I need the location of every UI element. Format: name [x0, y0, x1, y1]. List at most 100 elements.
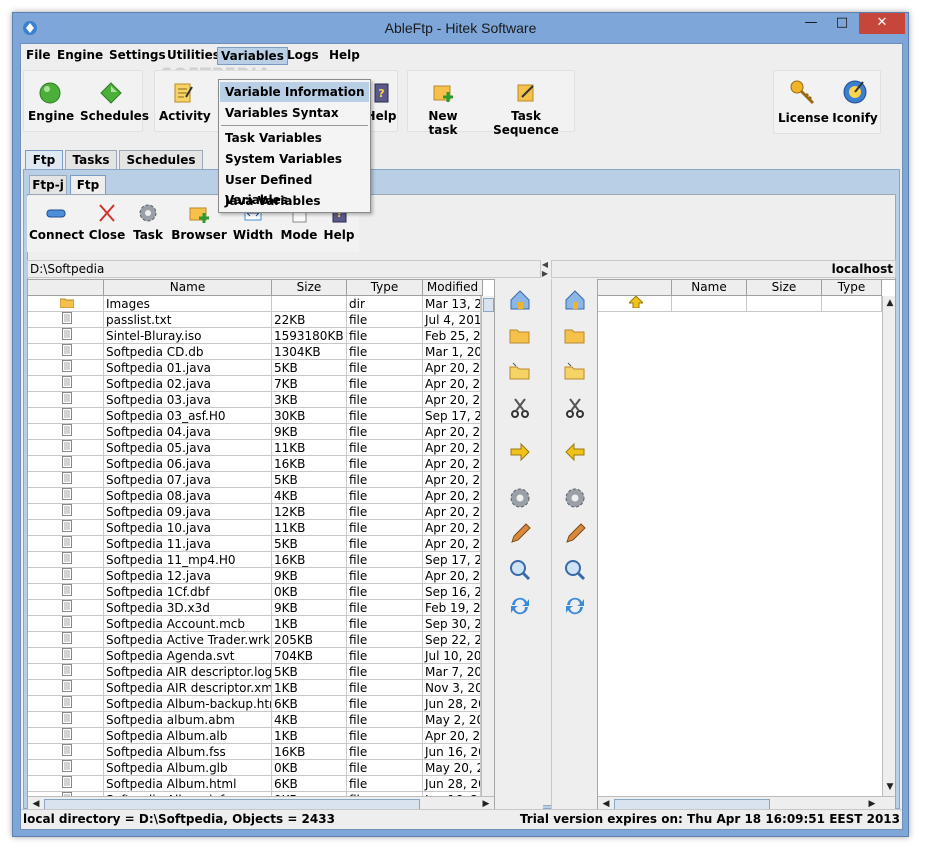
remote-vertical-scrollbar[interactable]: ▲ ▼: [882, 296, 895, 796]
file-row[interactable]: Softpedia AIR descriptor.log 5KB file Mar 7…: [28, 664, 494, 680]
file-row[interactable]: passlist.txt22KBfileJul 4, 2012: [28, 312, 494, 328]
file-row[interactable]: Softpedia 1Cf.dbf0KBfileSep 16, 20: [28, 584, 494, 600]
parent-directory-row[interactable]: [598, 296, 895, 312]
tab-ftp-j[interactable]: Ftp-j: [29, 175, 67, 195]
tab-ftp[interactable]: Ftp: [25, 150, 63, 170]
file-row[interactable]: Softpedia Album.fss 16KB file Jun 16, 20: [28, 744, 494, 760]
maximize-button[interactable]: □: [828, 13, 856, 34]
menu-file[interactable]: File: [23, 47, 54, 65]
file-row[interactable]: Softpedia 09.java12KBfileApr 20, 200: [28, 504, 494, 520]
remote-settings-icon[interactable]: [562, 485, 588, 511]
download-arrow-icon[interactable]: [562, 439, 588, 465]
license-button[interactable]: License: [778, 77, 829, 125]
file-type-cell: file: [347, 760, 423, 776]
remote-scroll-up-icon[interactable]: ▲: [884, 296, 895, 310]
search-icon[interactable]: [507, 557, 533, 583]
menuitem-java-variables[interactable]: Java Variables: [220, 191, 369, 211]
new-task-button[interactable]: New task: [412, 81, 474, 137]
remote-new-folder-icon[interactable]: [562, 359, 588, 385]
remote-col-size[interactable]: Size: [747, 280, 822, 296]
menu-utilities[interactable]: Utilities: [164, 47, 223, 65]
local-col-name[interactable]: Name: [104, 280, 272, 296]
menuitem-task-variables[interactable]: Task Variables: [220, 128, 369, 148]
folder-row[interactable]: Images dirMar 13, 201: [28, 296, 494, 312]
new-folder-icon[interactable]: [507, 359, 533, 385]
remote-home-icon[interactable]: [562, 287, 588, 313]
file-row[interactable]: Softpedia 04.java9KBfileApr 20, 200: [28, 424, 494, 440]
tab-tasks[interactable]: Tasks: [65, 150, 117, 170]
file-row[interactable]: Softpedia Album-backup.html 6KB file Jun 28…: [28, 696, 494, 712]
local-col-size[interactable]: Size: [272, 280, 347, 296]
menuitem-variable-information[interactable]: Variable Information: [220, 82, 369, 102]
file-row[interactable]: Softpedia 08.java4KBfileApr 20, 200: [28, 488, 494, 504]
file-row[interactable]: Softpedia Agenda.svt704KBfileJul 10, 201: [28, 648, 494, 664]
cut-icon[interactable]: [507, 395, 533, 421]
menu-help[interactable]: Help: [326, 47, 363, 65]
file-row[interactable]: Softpedia Album.alb1KBfileApr 20, 201: [28, 728, 494, 744]
upload-arrow-icon[interactable]: [507, 439, 533, 465]
local-col-type[interactable]: Type: [347, 280, 423, 296]
file-row[interactable]: Softpedia Account.mcb1KBfileSep 30, 20: [28, 616, 494, 632]
minimize-button[interactable]: —: [797, 13, 825, 34]
remote-search-icon[interactable]: [562, 557, 588, 583]
tab-ftp-session[interactable]: Ftp: [70, 175, 106, 195]
file-row[interactable]: Softpedia 06.java16KBfileApr 20, 200: [28, 456, 494, 472]
iconify-button[interactable]: Iconify: [832, 77, 878, 125]
task-sequence-button[interactable]: Task Sequence: [478, 81, 574, 137]
menuitem-variables-syntax[interactable]: Variables Syntax: [220, 103, 369, 123]
open-folder-icon[interactable]: [507, 323, 533, 349]
file-row[interactable]: Softpedia 10.java11KBfileApr 20, 200: [28, 520, 494, 536]
engine-button[interactable]: Engine: [28, 81, 74, 123]
file-row[interactable]: Softpedia 05.java11KBfileApr 20, 200: [28, 440, 494, 456]
file-row[interactable]: Sintel-Bluray.iso1593180KBfileFeb 25, 20…: [28, 328, 494, 344]
license-toolbar: License Iconify: [773, 70, 881, 134]
remote-scroll-down-icon[interactable]: ▼: [884, 780, 895, 794]
refresh-icon[interactable]: [507, 593, 533, 619]
file-row[interactable]: Softpedia 11.java5KBfileApr 20, 200: [28, 536, 494, 552]
file-row[interactable]: Softpedia Album.glb0KBfileMay 20, 20: [28, 760, 494, 776]
menu-settings[interactable]: Settings: [106, 47, 169, 65]
settings-icon[interactable]: [507, 485, 533, 511]
file-row[interactable]: Softpedia AIR descriptor.xml 1KB file Nov 3…: [28, 680, 494, 696]
remote-edit-icon[interactable]: [562, 521, 588, 547]
file-row[interactable]: Softpedia 07.java5KBfileApr 20, 200: [28, 472, 494, 488]
tab-schedules[interactable]: Schedules: [119, 150, 203, 170]
remote-col-type[interactable]: Type: [822, 280, 882, 296]
close-connection-button[interactable]: Close: [87, 202, 127, 242]
file-row[interactable]: Softpedia 03_asf.H030KBfileSep 17, 20: [28, 408, 494, 424]
file-row[interactable]: Softpedia 02.java7KBfileApr 20, 200: [28, 376, 494, 392]
menuitem-user-defined-variables[interactable]: User Defined Variables: [220, 170, 369, 207]
menu-logs[interactable]: Logs: [284, 47, 322, 65]
connect-button[interactable]: Connect: [29, 202, 84, 242]
file-row[interactable]: Softpedia 3D.x3d9KBfileFeb 19, 20: [28, 600, 494, 616]
close-window-button[interactable]: ✕: [859, 13, 905, 34]
file-row[interactable]: Softpedia 12.java9KBfileApr 20, 200: [28, 568, 494, 584]
file-row[interactable]: Softpedia 03.java3KBfileApr 20, 200: [28, 392, 494, 408]
schedules-button[interactable]: Schedules: [80, 81, 149, 123]
file-row[interactable]: Softpedia Active Trader.wrk 205KB file Sep …: [28, 632, 494, 648]
task-button[interactable]: Task: [129, 202, 167, 242]
up-arrow-icon[interactable]: [598, 296, 672, 312]
edit-icon[interactable]: [507, 521, 533, 547]
local-col-modified[interactable]: Modified: [423, 280, 483, 296]
file-row[interactable]: Softpedia Album.html 6KB file Jun 28, 20: [28, 776, 494, 792]
menuitem-system-variables[interactable]: System Variables: [220, 149, 369, 169]
file-modified-cell: Apr 20, 200: [423, 424, 481, 440]
home-icon[interactable]: [507, 287, 533, 313]
remote-open-folder-icon[interactable]: [562, 323, 588, 349]
title-bar[interactable]: AbleFtp - Hitek Software — □ ✕: [13, 13, 908, 43]
file-row[interactable]: Softpedia CD.db1304KBfileMar 1, 201: [28, 344, 494, 360]
remote-refresh-icon[interactable]: [562, 593, 588, 619]
local-vertical-scrollbar[interactable]: [481, 296, 494, 796]
file-row[interactable]: Softpedia album.abm4KBfileMay 2, 201: [28, 712, 494, 728]
local-vscroll-thumb[interactable]: [483, 298, 494, 312]
splitter-arrows[interactable]: ◀ ▶: [540, 260, 550, 280]
remote-cut-icon[interactable]: [562, 395, 588, 421]
menu-engine[interactable]: Engine: [54, 47, 106, 65]
ftp-help-label: Help: [323, 228, 355, 242]
activity-button[interactable]: Activity: [159, 81, 211, 123]
file-row[interactable]: Softpedia 01.java5KBfileApr 20, 200: [28, 360, 494, 376]
remote-col-name[interactable]: Name: [672, 280, 747, 296]
file-row[interactable]: Softpedia 11_mp4.H016KBfileSep 17, 20: [28, 552, 494, 568]
menu-variables[interactable]: Variables: [217, 47, 288, 65]
